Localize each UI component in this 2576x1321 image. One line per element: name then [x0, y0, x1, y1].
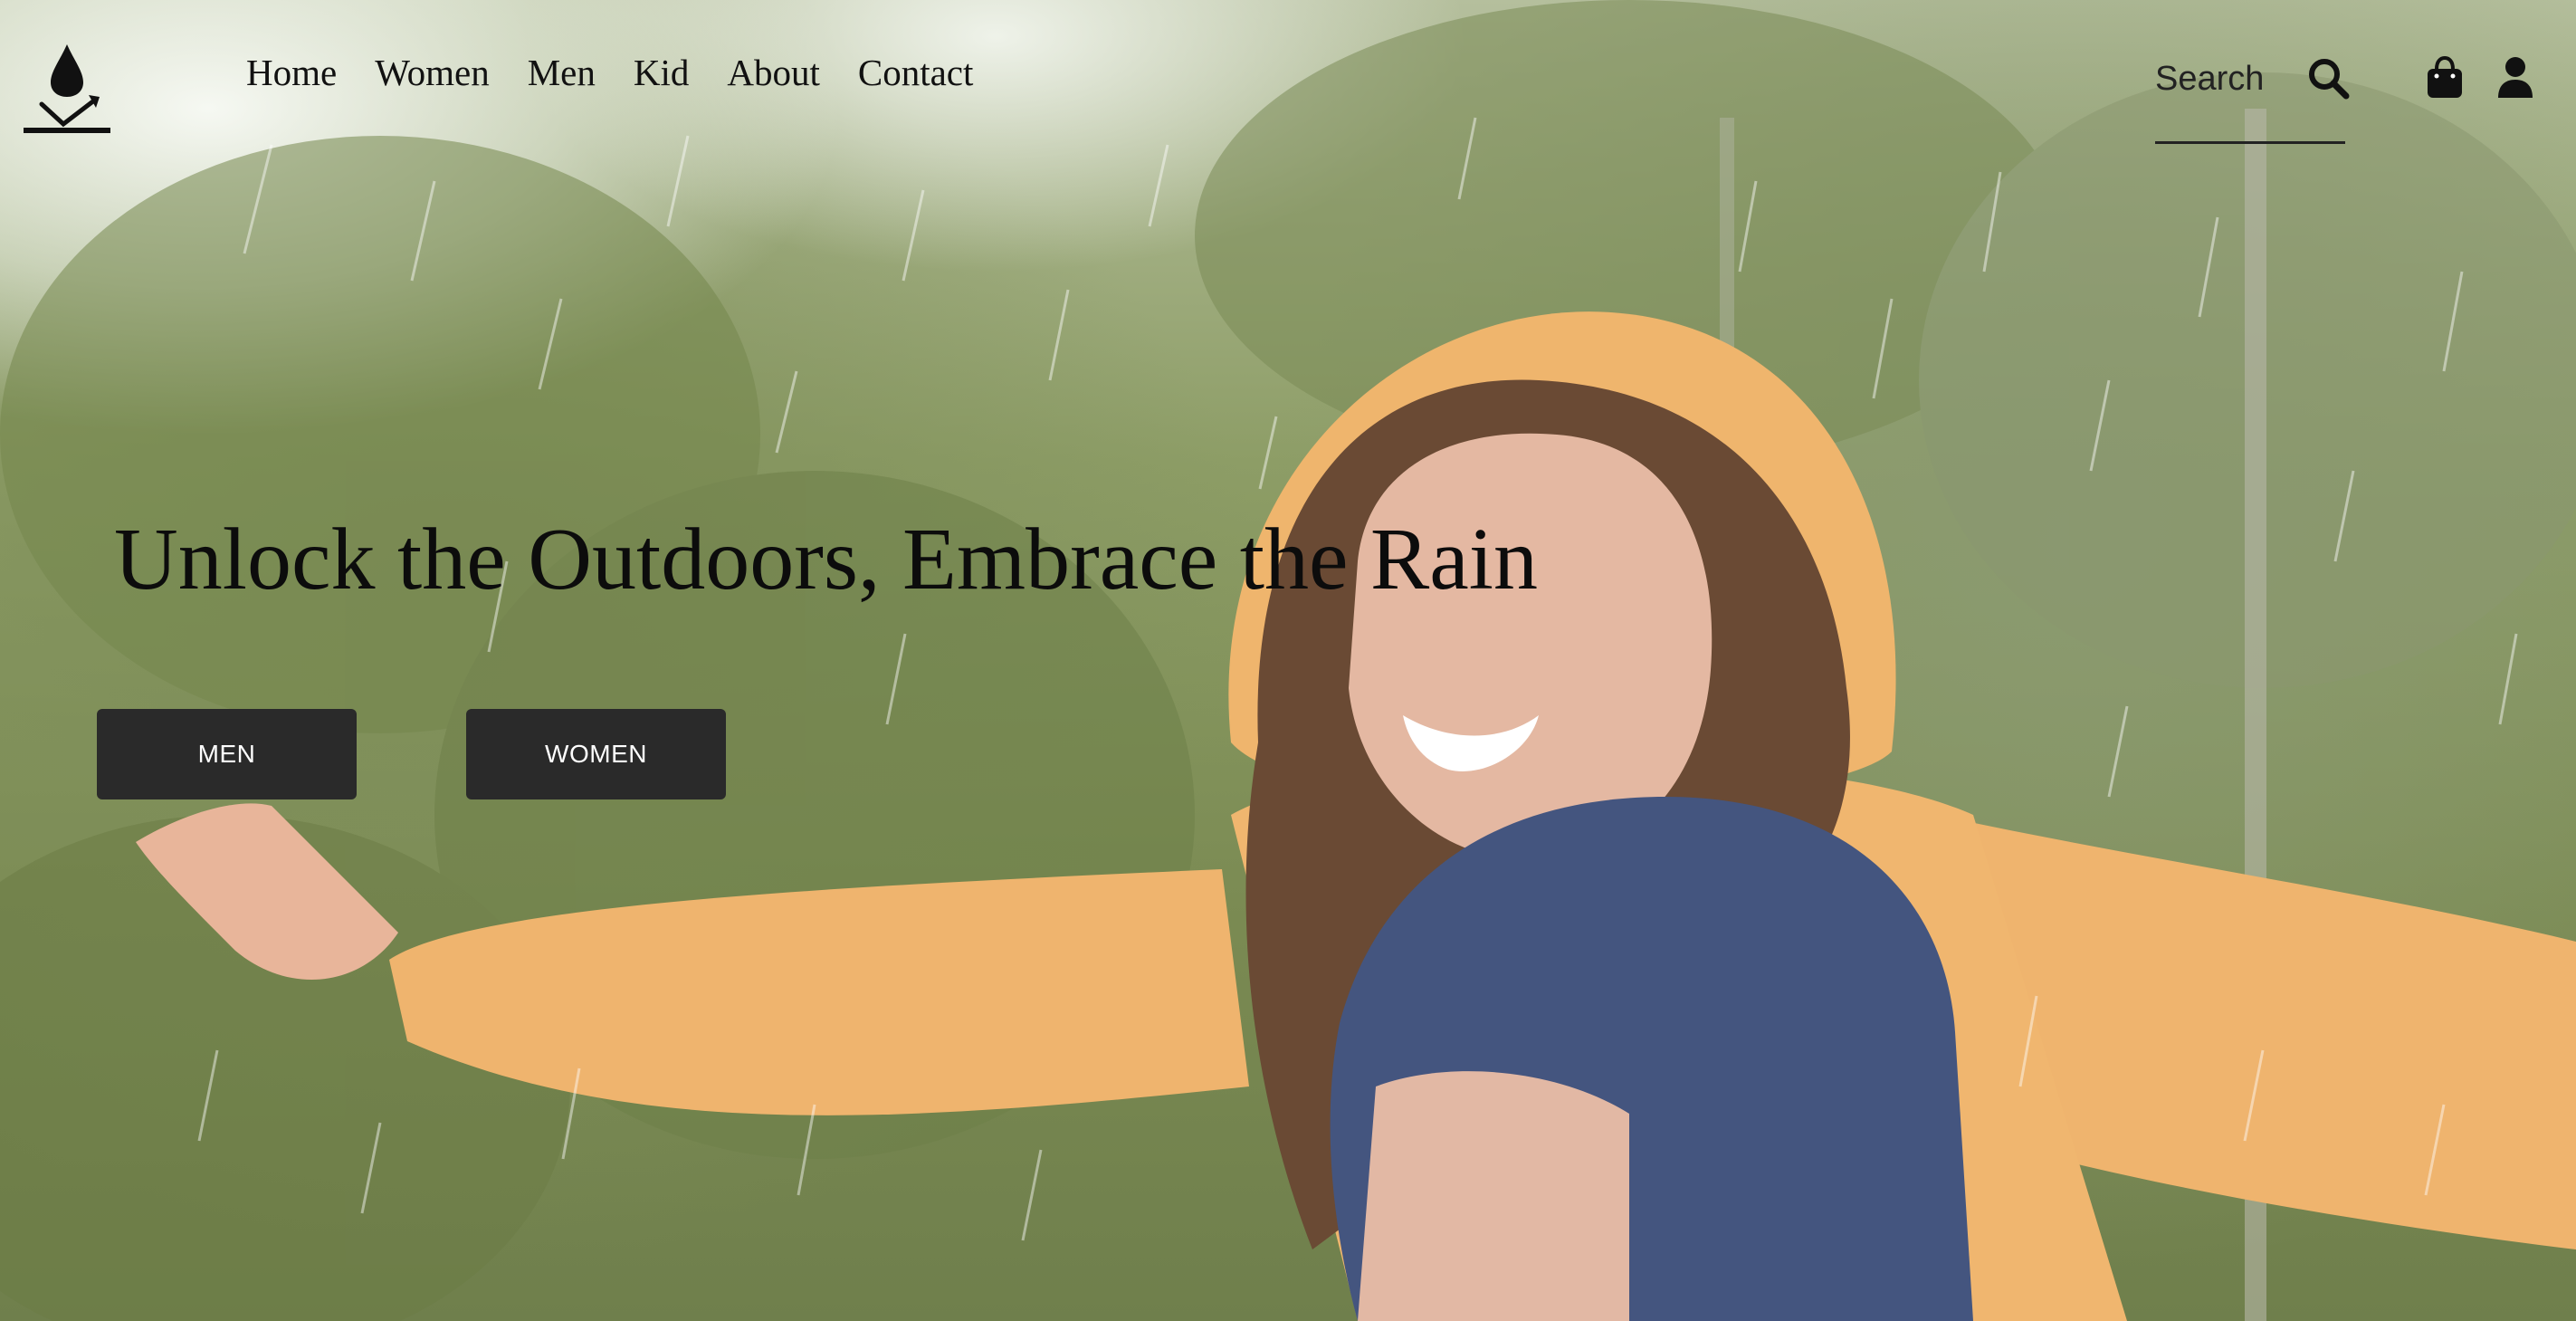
nav-item-about[interactable]: About — [727, 54, 820, 91]
shop-women-button[interactable]: WOMEN — [466, 709, 726, 799]
user-icon[interactable] — [2496, 56, 2534, 100]
shop-men-button[interactable]: MEN — [97, 709, 357, 799]
main-navigation: Home Women Men Kid About Contact — [246, 54, 973, 91]
nav-item-contact[interactable]: Contact — [858, 54, 974, 91]
shopping-bag-icon[interactable] — [2426, 55, 2464, 100]
search-icon[interactable] — [2306, 56, 2350, 100]
page: Home Women Men Kid About Contact Search … — [0, 0, 2576, 1321]
nav-item-women[interactable]: Women — [375, 54, 490, 91]
search-input[interactable] — [2155, 56, 2282, 101]
raindrop-arrow-logo-icon[interactable] — [24, 41, 114, 136]
nav-item-kid[interactable]: Kid — [634, 54, 690, 91]
search-bar — [2155, 49, 2350, 144]
nav-item-home[interactable]: Home — [246, 54, 337, 91]
site-header: Home Women Men Kid About Contact — [0, 0, 2576, 154]
hero-background-image — [0, 0, 2576, 1321]
nav-item-men[interactable]: Men — [528, 54, 596, 91]
hero-title: Unlock the Outdoors, Embrace the Rain — [114, 511, 1539, 608]
